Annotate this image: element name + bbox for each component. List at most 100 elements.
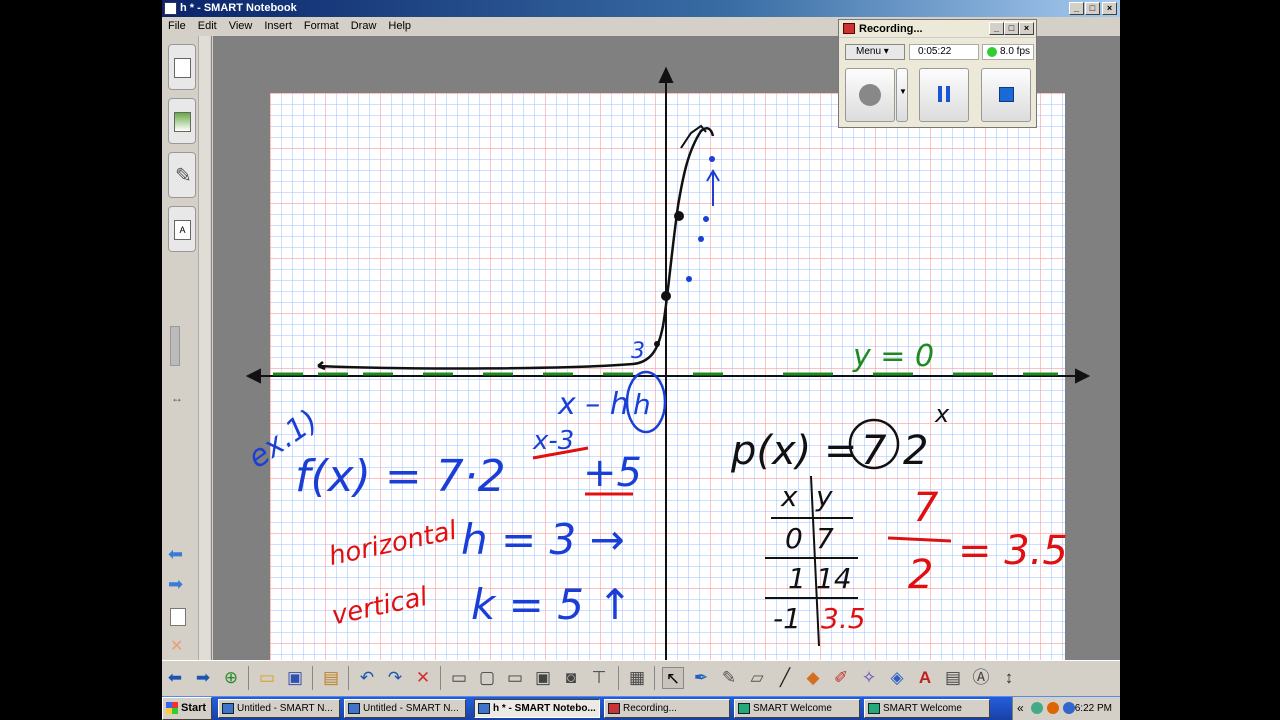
table-r0-y: 7: [816, 522, 834, 555]
k-equals-five: k = 5 ↑: [471, 580, 632, 629]
add-page-icon[interactable]: ⊕: [220, 667, 242, 689]
recorder-menu-dropdown[interactable]: Menu ▾: [845, 44, 905, 60]
properties-icon[interactable]: ▤: [942, 667, 964, 689]
menu-format[interactable]: Format: [298, 17, 345, 35]
close-button[interactable]: ×: [1102, 2, 1117, 15]
fraction-denominator: 2: [908, 552, 933, 598]
magic-pen-icon[interactable]: ✧: [858, 667, 880, 689]
taskbar: Start Untitled - SMART N... Untitled - S…: [162, 696, 1120, 720]
recorder-close-button[interactable]: ×: [1019, 22, 1034, 35]
point-1-14: [674, 211, 684, 221]
table-grid-icon[interactable]: ▦: [626, 667, 648, 689]
line-icon[interactable]: ╱: [774, 667, 796, 689]
table-r0-x: 0: [785, 522, 803, 555]
attachments-tab[interactable]: ✎: [168, 152, 196, 198]
delete-page-icon[interactable]: ✕: [170, 636, 183, 656]
task-h-notebook[interactable]: h * - SMART Notebo...: [474, 699, 600, 718]
forward-arrow-icon[interactable]: ➡: [192, 667, 214, 689]
minimize-button[interactable]: _: [1069, 2, 1084, 15]
screen-shade-icon[interactable]: ▭: [448, 667, 470, 689]
recording-window[interactable]: Recording... _ □ × Menu ▾ 0:05:22 8.0 fp…: [838, 19, 1037, 128]
task-smart-welcome-1[interactable]: SMART Welcome: [734, 699, 860, 718]
add-page-icon-side[interactable]: [170, 608, 186, 626]
creative-pen-icon[interactable]: ✎: [718, 667, 740, 689]
font-icon[interactable]: Ⓐ: [970, 667, 992, 689]
tray-app-icon[interactable]: [1031, 702, 1043, 714]
save-icon[interactable]: ▣: [284, 667, 306, 689]
insert-picture-icon[interactable]: ◙: [560, 667, 582, 689]
text-icon[interactable]: A: [914, 667, 936, 689]
record-button[interactable]: [845, 68, 895, 122]
recorder-app-icon: [843, 23, 855, 34]
system-tray: « 6:22 PM: [1012, 697, 1120, 720]
gallery-tab[interactable]: [168, 98, 196, 144]
task-recording[interactable]: Recording...: [604, 699, 730, 718]
h-equals-three: h = 3 →: [461, 515, 625, 564]
tray-expand-icon[interactable]: «: [1017, 697, 1024, 720]
point-neg1: [654, 341, 660, 347]
recorder-task-icon: [608, 703, 620, 714]
recorder-minimize-button[interactable]: _: [989, 22, 1004, 35]
function-text: f(x) = 7·2: [295, 451, 506, 502]
pause-button[interactable]: [919, 68, 969, 122]
select-arrow-icon[interactable]: ↖: [662, 667, 684, 689]
screen: h * - SMART Notebook _ □ × File Edit View I…: [162, 0, 1120, 720]
point-0-7: [661, 291, 671, 301]
menu-help[interactable]: Help: [382, 17, 417, 35]
smart-task-icon: [868, 703, 880, 714]
window-title: h * - SMART Notebook: [180, 2, 297, 14]
redo-icon[interactable]: ↷: [384, 667, 406, 689]
fill-icon[interactable]: ◆: [802, 667, 824, 689]
open-folder-icon[interactable]: ▭: [256, 667, 278, 689]
record-options-button[interactable]: ▼: [896, 68, 908, 122]
parent-base: 2: [903, 428, 928, 474]
whiteboard-canvas[interactable]: ex.1) f(x) = 7·2 x-3 +5 x – h h 3 y = 0 …: [213, 36, 1120, 660]
properties-tab[interactable]: A: [168, 206, 196, 252]
table-r2-y: 3.5: [821, 602, 866, 635]
next-page-icon[interactable]: ➡: [168, 574, 183, 595]
toolbar-move-icon[interactable]: ↕: [998, 667, 1020, 689]
tray-app-icon[interactable]: [1063, 702, 1075, 714]
task-untitled-1[interactable]: Untitled - SMART N...: [218, 699, 340, 718]
parent-exponent: x: [934, 400, 950, 428]
side-scrollbar[interactable]: [198, 36, 210, 660]
notebook-app-icon: [164, 2, 177, 15]
undo-icon[interactable]: ↶: [356, 667, 378, 689]
pen-icon[interactable]: ✒: [690, 667, 712, 689]
paste-icon[interactable]: ▤: [320, 667, 342, 689]
shape-recognition-icon[interactable]: ◈: [886, 667, 908, 689]
menu-file[interactable]: File: [162, 17, 192, 35]
table-icon[interactable]: ⊤: [588, 667, 610, 689]
full-screen-icon[interactable]: ▢: [476, 667, 498, 689]
menu-view[interactable]: View: [223, 17, 259, 35]
task-smart-welcome-2[interactable]: SMART Welcome: [864, 699, 990, 718]
main-toolbar: ⬅ ➡ ⊕ ▭ ▣ ▤ ↶ ↷ ✕ ▭ ▢ ▭ ▣ ◙ ⊤ ▦ ↖ ✒ ✎ ▱ …: [162, 660, 1120, 696]
notebook-task-icon: [222, 703, 234, 714]
highlighter-icon[interactable]: ✐: [830, 667, 852, 689]
record-icon: [859, 84, 881, 106]
delete-icon[interactable]: ✕: [412, 667, 434, 689]
menu-insert[interactable]: Insert: [258, 17, 298, 35]
whiteboard-svg: ex.1) f(x) = 7·2 x-3 +5 x – h h 3 y = 0 …: [242, 66, 1091, 660]
dual-page-icon[interactable]: ▭: [504, 667, 526, 689]
previous-page-icon[interactable]: ⬅: [168, 544, 183, 565]
side-tabs-panel: ✎ A ↔ ⬅ ➡ ✕: [162, 36, 212, 660]
smart-task-icon: [738, 703, 750, 714]
menu-edit[interactable]: Edit: [192, 17, 223, 35]
start-button[interactable]: Start: [162, 697, 212, 720]
recorder-maximize-button[interactable]: □: [1004, 22, 1019, 35]
side-panel-handle[interactable]: [170, 326, 180, 366]
recording-title-bar: Recording... _ □ ×: [839, 20, 1036, 38]
menu-draw[interactable]: Draw: [345, 17, 383, 35]
page-sorter-tab[interactable]: [168, 44, 196, 90]
asymptote-label: y = 0: [852, 339, 934, 374]
stop-button[interactable]: [981, 68, 1031, 122]
resize-arrows-icon[interactable]: ↔: [171, 391, 183, 405]
back-arrow-icon[interactable]: ⬅: [164, 667, 186, 689]
eraser-icon[interactable]: ▱: [746, 667, 768, 689]
title-bar: h * - SMART Notebook _ □ ×: [162, 0, 1120, 17]
task-untitled-2[interactable]: Untitled - SMART N...: [344, 699, 466, 718]
tray-app-icon[interactable]: [1047, 702, 1059, 714]
maximize-button[interactable]: □: [1085, 2, 1100, 15]
capture-icon[interactable]: ▣: [532, 667, 554, 689]
